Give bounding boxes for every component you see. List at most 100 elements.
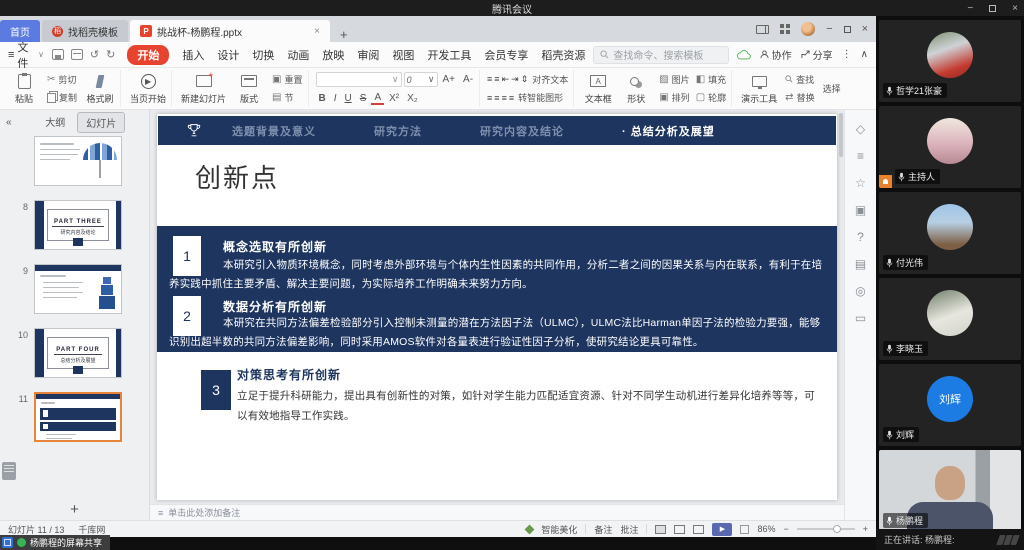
cut-button[interactable]: ✂剪切 — [45, 72, 79, 87]
textbox-button[interactable]: A 文本框 — [581, 70, 615, 107]
apps-grid-icon[interactable] — [780, 24, 790, 34]
present-tools-button[interactable]: 演示工具 — [739, 70, 779, 107]
align-left-icon[interactable]: ≡ — [487, 93, 492, 103]
zoom-out-button[interactable]: − — [783, 524, 788, 534]
help-icon[interactable]: ? — [857, 230, 864, 244]
share-button[interactable]: 分享 — [801, 47, 833, 62]
props-icon[interactable]: ◇ — [856, 122, 865, 136]
meeting-close-button[interactable]: × — [1012, 3, 1018, 14]
font-color-button[interactable]: A — [371, 92, 384, 105]
outline-tab[interactable]: 大纲 — [37, 112, 73, 133]
line-spacing-icon[interactable]: ⇕ — [521, 74, 529, 85]
indent-icon[interactable]: ⇥ — [511, 74, 519, 85]
collapse-ribbon-icon[interactable]: ∧ — [861, 49, 868, 60]
format-painter-button[interactable]: 格式刷 — [83, 70, 117, 107]
thumbnail-slide-7[interactable] — [0, 136, 150, 186]
print-icon[interactable] — [71, 49, 83, 60]
settings-icon[interactable]: ≡ — [857, 149, 864, 163]
bullet-list-icon[interactable]: ≡ — [487, 74, 492, 84]
new-slide-button[interactable]: 新建幻灯片 — [179, 70, 228, 107]
ribbon-tab-insert[interactable]: 插入 — [182, 47, 204, 63]
tab-close-icon[interactable]: × — [314, 26, 320, 37]
screen-share-badge[interactable]: 杨鹏程的屏幕共享 — [0, 535, 110, 550]
reading-view-icon[interactable] — [693, 525, 704, 534]
file-menu[interactable]: ≡ 文件 ∨ — [8, 39, 44, 71]
ribbon-tab-devtools[interactable]: 开发工具 — [427, 47, 471, 63]
align-center-icon[interactable]: ≡ — [494, 93, 499, 103]
smart-graphic-button[interactable]: 转智能图形 — [516, 90, 565, 105]
zoom-in-button[interactable]: + — [863, 524, 868, 534]
replace-button[interactable]: ⇄替换 — [783, 90, 816, 105]
beautify-button[interactable]: 智能美化 — [541, 523, 577, 536]
more-menu-icon[interactable]: ⋮ — [842, 49, 852, 60]
paste-button[interactable]: 粘贴 — [7, 70, 41, 107]
wps-close-button[interactable]: × — [862, 23, 868, 35]
ribbon-tab-member[interactable]: 会员专享 — [484, 47, 528, 63]
copy-button[interactable]: 复制 — [45, 90, 79, 105]
tab-document[interactable]: P 挑战杯-杨鹏程.pptx × — [130, 20, 330, 42]
duplicate-icon[interactable]: ▣ — [855, 203, 866, 217]
participant-tile[interactable]: 哲学21张豪 — [879, 20, 1021, 102]
section-button[interactable]: ▤节 — [270, 90, 304, 105]
shapes-button[interactable]: 形状 — [619, 70, 653, 107]
collapse-panel-icon[interactable]: « — [6, 117, 12, 128]
command-search-input[interactable]: 查找命令、搜索模板 — [593, 46, 728, 64]
italic-button[interactable]: I — [331, 93, 340, 104]
normal-view-icon[interactable] — [655, 525, 666, 534]
font-size-select[interactable]: 0∨ — [404, 72, 438, 87]
ribbon-tab-home[interactable]: 开始 — [127, 45, 169, 65]
outdent-icon[interactable]: ⇤ — [502, 74, 510, 85]
thumbnail-slide-9[interactable]: 9 — [0, 264, 150, 314]
align-text-button[interactable]: 对齐文本 — [530, 72, 570, 87]
notes-toggle[interactable]: 备注 — [594, 523, 612, 536]
redo-icon[interactable]: ↻ — [106, 48, 115, 61]
superscript-button[interactable]: X² — [386, 93, 402, 104]
subscript-button[interactable]: X₂ — [404, 93, 421, 104]
layout-button[interactable]: 版式 — [232, 70, 266, 107]
wps-minimize-button[interactable]: − — [826, 23, 832, 35]
increase-font-button[interactable]: A+ — [440, 74, 459, 85]
participant-tile-host[interactable]: 主持人 — [879, 106, 1021, 188]
notes-bar[interactable]: ≡ 单击此处添加备注 — [150, 504, 844, 520]
underline-button[interactable]: U — [342, 93, 355, 104]
meeting-restore-button[interactable] — [989, 5, 996, 12]
reset-button[interactable]: ▣重置 — [270, 72, 304, 87]
fit-slide-icon[interactable] — [740, 525, 749, 534]
ribbon-tab-slideshow[interactable]: 放映 — [322, 47, 344, 63]
outline-button[interactable]: ▢轮廓 — [694, 90, 728, 105]
wps-restore-button[interactable] — [844, 26, 851, 33]
participant-tile[interactable]: 付光伟 — [879, 192, 1021, 274]
current-slide[interactable]: 选题背景及意义 研究方法 研究内容及结论 · 总结分析及展望 创新点 1 概念选… — [157, 114, 837, 500]
ribbon-tab-review[interactable]: 审阅 — [357, 47, 379, 63]
thumbnail-slide-8[interactable]: 8 PART THREE 研究内容及结论 — [0, 200, 150, 250]
play-from-current-button[interactable]: ▶ 当页开始 — [128, 70, 168, 107]
ribbon-tab-resources[interactable]: 稻壳资源 — [541, 47, 585, 63]
account-avatar[interactable] — [801, 22, 815, 36]
tab-template-store[interactable]: 稻 找稻壳模板 — [42, 20, 128, 42]
participant-tile[interactable]: 李晓玉 — [879, 278, 1021, 360]
decrease-font-button[interactable]: A- — [460, 74, 476, 85]
cloud-sync-icon[interactable] — [737, 50, 751, 60]
collaborate-button[interactable]: 协作 — [760, 47, 792, 62]
new-tab-button[interactable]: + — [330, 27, 358, 42]
numbered-list-icon[interactable]: ≡ — [494, 74, 499, 84]
select-button[interactable]: 选择 — [821, 81, 843, 96]
align-right-icon[interactable]: ≡ — [502, 93, 507, 103]
save-icon[interactable] — [52, 49, 64, 60]
justify-icon[interactable]: ≡ — [509, 93, 514, 103]
participant-tile[interactable]: 刘辉 刘辉 — [879, 364, 1021, 446]
split-view-icon[interactable] — [756, 25, 769, 34]
thumbnail-slide-10[interactable]: 10 PART FOUR 总结分析及展望 — [0, 328, 150, 378]
fill-button[interactable]: ◧填充 — [694, 72, 728, 87]
ribbon-tab-animation[interactable]: 动画 — [287, 47, 309, 63]
add-slide-button[interactable]: + — [0, 501, 149, 518]
ribbon-tab-view[interactable]: 视图 — [392, 47, 414, 63]
ribbon-tab-transition[interactable]: 切换 — [252, 47, 274, 63]
sorter-view-icon[interactable] — [674, 525, 685, 534]
effects-icon[interactable]: ☆ — [855, 176, 866, 190]
slides-tab[interactable]: 幻灯片 — [77, 112, 125, 133]
slideshow-play-button[interactable]: ▶ — [712, 523, 732, 536]
bold-button[interactable]: B — [316, 93, 329, 104]
thumbnail-slide-11-current[interactable]: 11 — [0, 392, 150, 442]
participant-video-tile[interactable]: 杨鹏程 — [879, 450, 1021, 530]
